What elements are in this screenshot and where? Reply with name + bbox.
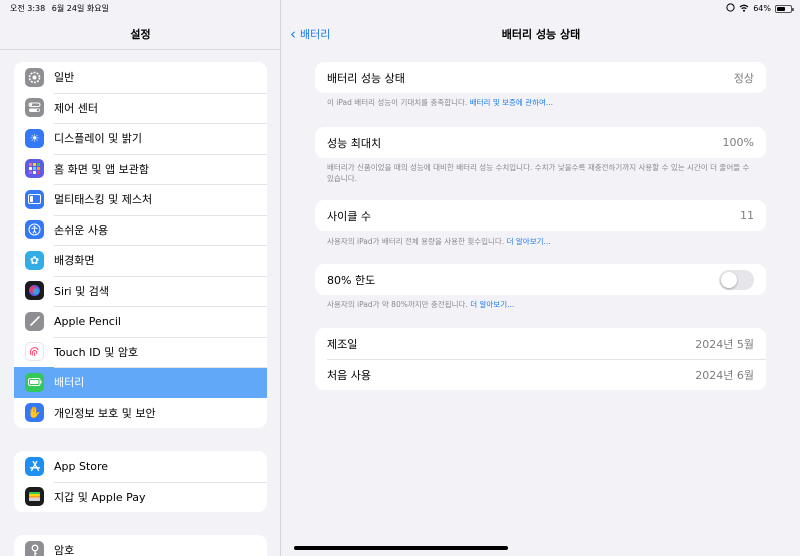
limit-80-toggle[interactable] — [719, 269, 754, 290]
control-center-icon — [25, 98, 44, 118]
key-icon — [25, 540, 44, 556]
sidebar-item-apple-pencil[interactable]: Apple Pencil — [14, 306, 267, 337]
max-capacity-row: 성능 최대치 100% — [315, 127, 766, 158]
home-indicator[interactable] — [294, 546, 508, 550]
battery-health-page: ‹ 배터리 배터리 성능 상태 배터리 성능 상태 정상 이 iPad 배터리 … — [282, 0, 800, 556]
sidebar-item-label: Touch ID 및 암호 — [54, 345, 139, 359]
sidebar-item-passwords[interactable]: 암호 — [14, 535, 267, 556]
health-footnote-text: 이 iPad 배터리 성능이 기대치를 충족합니다. — [327, 98, 468, 107]
settings-sidebar: 설정 일반 제어 센터 ☀ 디스플레이 및 밝기 홈 화면 및 앱 보관함 멀티… — [0, 0, 281, 556]
cycle-count-learn-more-link[interactable]: 더 알아보기... — [507, 237, 551, 246]
health-footnote: 이 iPad 배터리 성능이 기대치를 충족합니다. 배터리 및 보증에 관하여… — [327, 97, 757, 108]
sidebar-item-display[interactable]: ☀ 디스플레이 및 밝기 — [14, 123, 267, 154]
home-screen-icon — [25, 159, 44, 179]
manufacture-label: 제조일 — [327, 337, 358, 351]
fingerprint-icon — [25, 342, 44, 362]
sidebar-item-multitasking[interactable]: 멀티태스킹 및 제스처 — [14, 184, 267, 215]
accessibility-icon — [25, 220, 44, 240]
sidebar-item-wallpaper[interactable]: ✿ 배경화면 — [14, 245, 267, 276]
gear-icon — [25, 67, 44, 87]
first-use-row: 처음 사용 2024년 6월 — [315, 359, 766, 390]
max-capacity-card: 성능 최대치 100% — [315, 127, 766, 158]
first-use-label: 처음 사용 — [327, 368, 371, 382]
wallet-icon — [25, 487, 44, 507]
cycle-count-footnote: 사용자의 iPad가 배터리 전체 용량을 사용한 횟수입니다. 더 알아보기.… — [327, 236, 757, 247]
sidebar-item-label: 배터리 — [54, 376, 85, 390]
health-value: 정상 — [733, 71, 754, 85]
pencil-icon — [25, 311, 44, 331]
manufacture-date-row: 제조일 2024년 5월 — [315, 328, 766, 359]
health-row: 배터리 성능 상태 정상 — [315, 62, 766, 93]
sidebar-item-label: 개인정보 보호 및 보안 — [54, 406, 156, 420]
cycle-count-footnote-text: 사용자의 iPad가 배터리 전체 용량을 사용한 횟수입니다. — [327, 237, 505, 246]
sidebar-group-store: App Store 지갑 및 Apple Pay — [14, 451, 267, 512]
sidebar-item-battery[interactable]: 배터리 — [14, 367, 267, 398]
wallpaper-icon: ✿ — [25, 250, 44, 270]
app-store-icon — [25, 456, 44, 476]
limit-80-learn-more-link[interactable]: 더 알아보기... — [470, 300, 514, 309]
sidebar-item-siri[interactable]: Siri 및 검색 — [14, 275, 267, 307]
sidebar-item-touch-id[interactable]: Touch ID 및 암호 — [14, 336, 267, 368]
sidebar-item-app-store[interactable]: App Store — [14, 451, 267, 482]
sidebar-item-label: 멀티태스킹 및 제스처 — [54, 193, 153, 207]
manufacture-value: 2024년 5월 — [695, 337, 754, 351]
max-capacity-footnote: 배터리가 신품이었을 때의 성능에 대비한 배터리 성능 수치입니다. 수치가 … — [327, 163, 750, 183]
sidebar-item-general[interactable]: 일반 — [14, 62, 267, 93]
health-label: 배터리 성능 상태 — [327, 71, 405, 85]
siri-icon — [25, 281, 44, 301]
sidebar-item-label: 암호 — [54, 544, 75, 556]
limit-80-card: 80% 한도 — [315, 264, 766, 295]
status-left: 오전 3:38 6월 24일 화요일 — [10, 3, 113, 14]
cycle-count-value: 11 — [740, 209, 754, 222]
max-capacity-value: 100% — [722, 136, 754, 149]
limit-80-label: 80% 한도 — [327, 273, 376, 287]
sidebar-item-home-screen[interactable]: 홈 화면 및 앱 보관함 — [14, 153, 267, 185]
sidebar-item-label: 제어 센터 — [54, 101, 98, 115]
sidebar-item-accessibility[interactable]: 손쉬운 사용 — [14, 214, 267, 246]
brightness-icon: ☀ — [25, 128, 44, 148]
toggle-knob — [721, 271, 737, 288]
max-capacity-label: 성능 최대치 — [327, 136, 382, 150]
cycle-count-label: 사이클 수 — [327, 209, 371, 223]
status-time: 오전 3:38 — [10, 4, 46, 13]
first-use-value: 2024년 6월 — [695, 368, 754, 382]
battery-icon — [25, 372, 44, 392]
sidebar-item-label: 지갑 및 Apple Pay — [54, 490, 146, 504]
sidebar-item-control-center[interactable]: 제어 센터 — [14, 92, 267, 124]
cycle-count-card: 사이클 수 11 — [315, 200, 766, 231]
sidebar-title: 설정 — [130, 28, 151, 41]
sidebar-item-label: Siri 및 검색 — [54, 284, 109, 298]
battery-warranty-link[interactable]: 배터리 및 보증에 관하여... — [470, 98, 553, 107]
sidebar-group-passwords: 암호 — [14, 535, 267, 556]
sidebar-group-main: 일반 제어 센터 ☀ 디스플레이 및 밝기 홈 화면 및 앱 보관함 멀티태스킹… — [14, 62, 267, 428]
sidebar-item-label: 일반 — [54, 71, 75, 85]
limit-80-footnote: 사용자의 iPad가 약 80%까지만 충전됩니다. 더 알아보기... — [327, 299, 757, 310]
hand-icon: ✋ — [25, 403, 44, 423]
sidebar-item-label: App Store — [54, 459, 109, 473]
sidebar-item-label: 홈 화면 및 앱 보관함 — [54, 162, 149, 176]
dates-card: 제조일 2024년 5월 처음 사용 2024년 6월 — [315, 328, 766, 390]
limit-80-footnote-text: 사용자의 iPad가 약 80%까지만 충전됩니다. — [327, 300, 468, 309]
health-card: 배터리 성능 상태 정상 — [315, 62, 766, 93]
sidebar-item-label: Apple Pencil — [54, 314, 121, 328]
status-date: 6월 24일 화요일 — [51, 4, 109, 13]
cycle-count-row: 사이클 수 11 — [315, 200, 766, 231]
page-title: 배터리 성능 상태 — [501, 28, 581, 41]
sidebar-item-label: 배경화면 — [54, 254, 95, 268]
multitasking-icon — [25, 189, 44, 209]
sidebar-item-wallet[interactable]: 지갑 및 Apple Pay — [14, 481, 267, 513]
sidebar-item-label: 디스플레이 및 밝기 — [54, 132, 142, 146]
limit-80-row: 80% 한도 — [315, 264, 766, 295]
sidebar-item-label: 손쉬운 사용 — [54, 223, 109, 237]
sidebar-item-privacy[interactable]: ✋ 개인정보 보호 및 보안 — [14, 398, 267, 429]
sidebar-divider — [0, 49, 281, 50]
